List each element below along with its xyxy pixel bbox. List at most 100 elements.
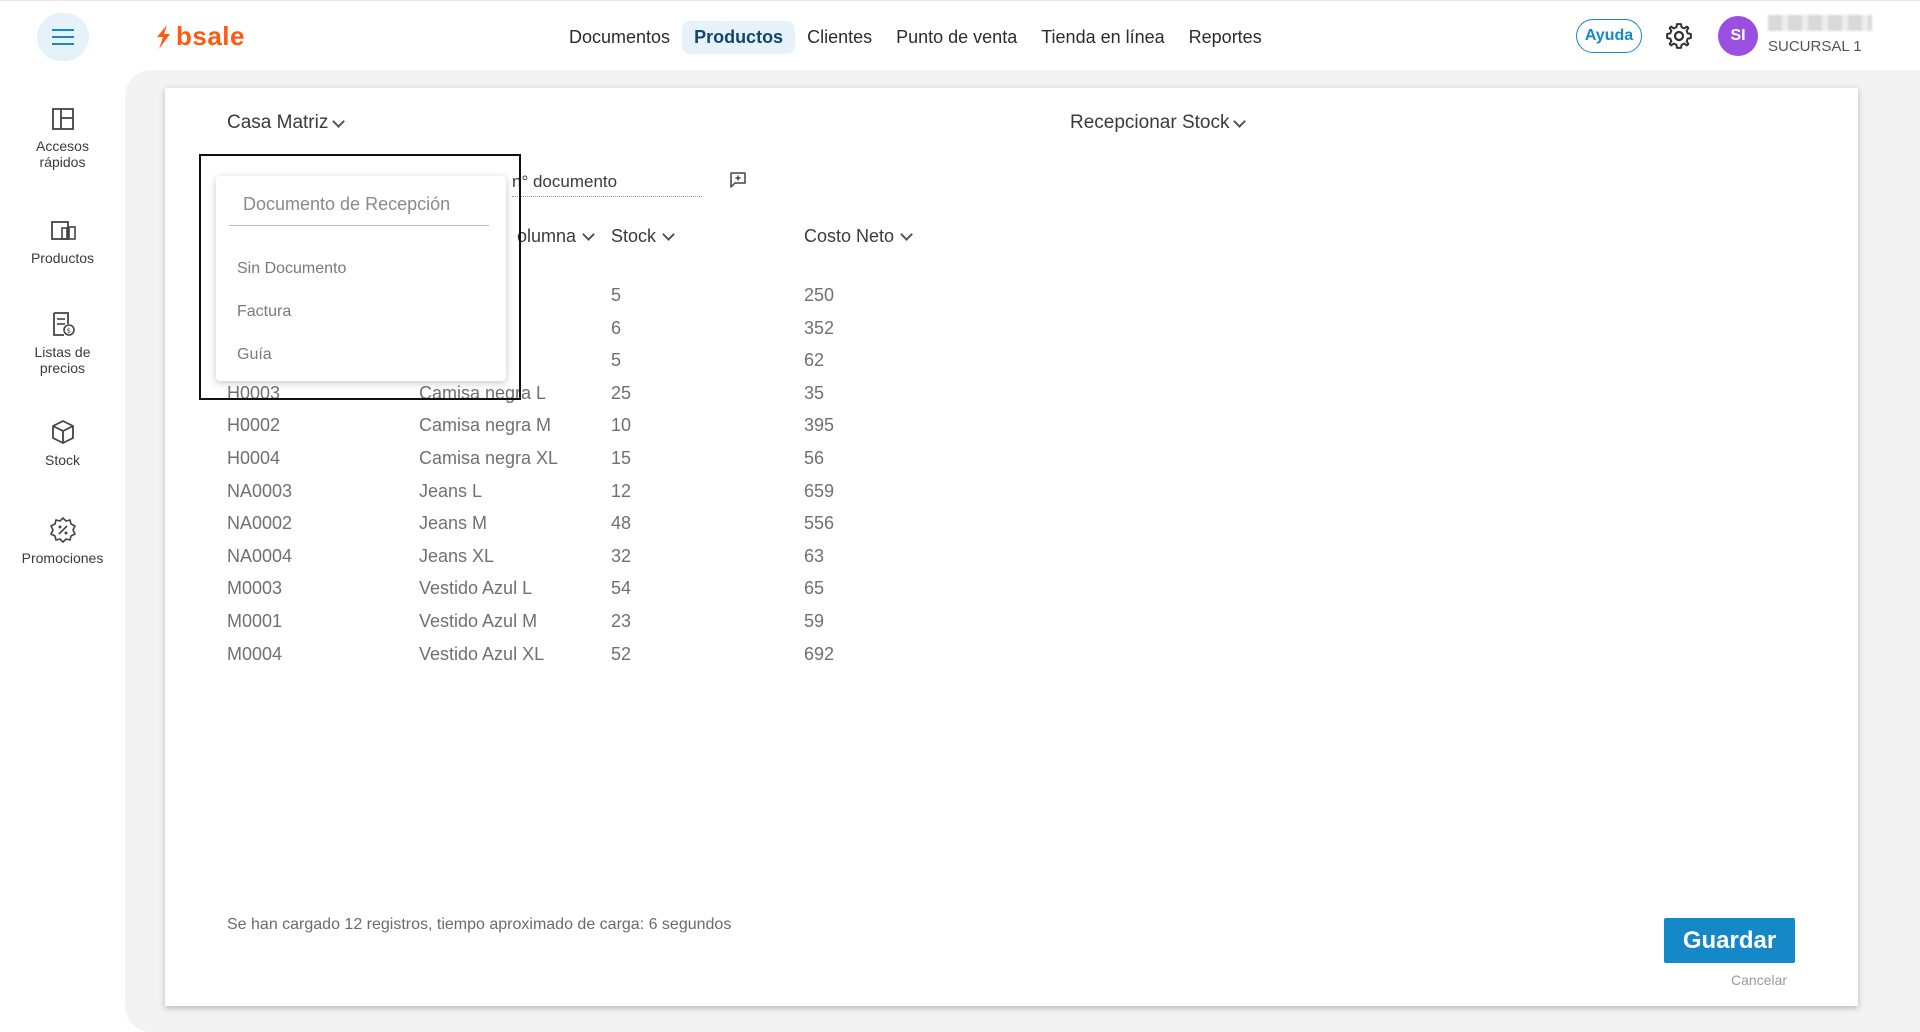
gear-icon[interactable] <box>1664 21 1694 51</box>
cell-code: M0004 <box>227 643 283 664</box>
chevron-down-icon <box>662 228 675 241</box>
cell-name: Vestido Azul XL <box>419 643 545 664</box>
dropdown-option-factura[interactable]: Factura <box>237 303 291 321</box>
cell-cost: 63 <box>804 545 825 566</box>
branch-selector[interactable]: Casa Matriz <box>227 112 346 134</box>
table-row[interactable]: NA0002 Jeans M 48 556 <box>165 513 1858 543</box>
table-row[interactable]: NA0004 Jeans XL 32 63 <box>165 546 1858 576</box>
table-row[interactable]: M0003 Vestido Azul L 54 65 <box>165 578 1858 608</box>
cell-code: H0004 <box>227 448 281 468</box>
price-list-icon: $ <box>52 312 75 336</box>
sidebar-item-label: Accesos rápidos <box>36 138 89 170</box>
user-avatar[interactable]: SI <box>1718 16 1758 56</box>
document-number-input[interactable]: n° documento <box>512 172 702 197</box>
nav-documentos[interactable]: Documentos <box>557 21 682 54</box>
hamburger-icon <box>52 29 74 45</box>
chevron-down-icon <box>582 228 595 241</box>
cell-name: Vestido Azul M <box>419 611 538 631</box>
sidebar-item-label: Stock <box>44 452 80 468</box>
cell-stock: 25 <box>611 382 632 403</box>
column-header-cost[interactable]: Costo Neto <box>804 226 913 247</box>
dropdown-option-guia[interactable]: Guía <box>237 346 272 364</box>
cell-code: M0003 <box>227 578 283 599</box>
cell-code: NA0002 <box>227 513 293 534</box>
svg-text:$: $ <box>66 327 70 335</box>
top-nav: Documentos Productos Clientes Punto de v… <box>557 21 1274 54</box>
cell-name: Camisa negra M <box>419 415 552 436</box>
cell-stock: 48 <box>611 513 632 534</box>
nav-tienda-en-linea[interactable]: Tienda en línea <box>1029 21 1176 54</box>
cell-stock: 12 <box>611 480 632 501</box>
top-bar: bsale Documentos Productos Clientes Punt… <box>0 0 1920 71</box>
table-row[interactable]: H0002 Camisa negra M 10 395 <box>165 415 1858 445</box>
document-number-placeholder: n° documento <box>512 172 618 191</box>
sidebar-item-label: Promociones <box>21 550 104 566</box>
cell-name: Vestido Azul L <box>419 578 533 599</box>
load-status-note: Se han cargado 12 registros, tiempo apro… <box>227 916 732 933</box>
dropdown-title: Documento de Recepción <box>243 194 451 214</box>
cell-cost: 59 <box>804 611 825 631</box>
table-row[interactable]: M0004 Vestido Azul XL 52 692 <box>165 644 1858 674</box>
action-selector[interactable]: Recepcionar Stock <box>1070 112 1247 134</box>
brand-name: bsale <box>176 21 245 51</box>
brand-logo[interactable]: bsale <box>154 21 245 52</box>
chevron-down-icon <box>1233 114 1247 128</box>
save-button[interactable]: Guardar <box>1664 918 1795 963</box>
help-button[interactable]: Ayuda <box>1576 19 1642 53</box>
nav-clientes[interactable]: Clientes <box>795 21 884 54</box>
cell-stock: 54 <box>611 578 632 599</box>
sidebar-item-listas-de-precios[interactable]: $ Listas de precios <box>0 310 125 376</box>
sidebar-item-stock[interactable]: Stock <box>0 418 125 468</box>
branch-label[interactable]: SUCURSAL 1 <box>1768 38 1862 55</box>
cell-cost: 659 <box>804 480 835 501</box>
products-icon <box>50 221 76 240</box>
cell-name: Camisa negra XL <box>419 448 559 468</box>
sidebar-item-accesos-rapidos[interactable]: Accesos rápidos <box>0 106 125 170</box>
chevron-down-icon <box>332 114 346 128</box>
cell-name: Jeans XL <box>419 545 495 566</box>
action-selector-label: Recepcionar Stock <box>1070 112 1230 133</box>
cell-stock: 52 <box>611 643 632 664</box>
cell-name: Jeans L <box>419 480 483 501</box>
cell-stock: 10 <box>611 415 632 436</box>
dropdown-option-sin-documento[interactable]: Sin Documento <box>237 260 346 278</box>
cell-stock: 15 <box>611 448 632 468</box>
nav-productos[interactable]: Productos <box>682 21 796 54</box>
cell-stock: 23 <box>611 611 632 631</box>
bolt-icon <box>157 24 170 49</box>
column-header-label: olumna <box>517 226 577 246</box>
branch-selector-label: Casa Matriz <box>227 112 329 133</box>
blurred-user-name <box>1768 15 1872 31</box>
cell-cost: 556 <box>804 513 835 534</box>
sidebar: Accesos rápidos Productos $ Listas de pr… <box>0 70 125 1032</box>
cell-cost: 352 <box>804 317 835 338</box>
dropdown-divider <box>229 225 489 226</box>
cell-code: NA0003 <box>227 480 293 501</box>
cell-stock: 6 <box>611 317 622 338</box>
comment-add-icon[interactable] <box>729 171 747 189</box>
cell-code: NA0004 <box>227 545 293 566</box>
cell-cost: 56 <box>804 448 825 468</box>
table-row[interactable]: M0001 Vestido Azul M 23 59 <box>165 611 1858 641</box>
cell-code: H0002 <box>227 415 281 436</box>
sidebar-item-promociones[interactable]: Promociones <box>0 516 125 566</box>
reception-document-dropdown: Documento de Recepción Sin Documento Fac… <box>216 176 506 381</box>
cell-code: M0001 <box>227 611 283 631</box>
cell-stock: 32 <box>611 545 632 566</box>
nav-reportes[interactable]: Reportes <box>1177 21 1274 54</box>
table-row[interactable]: NA0003 Jeans L 12 659 <box>165 481 1858 511</box>
table-row[interactable]: H0004 Camisa negra XL 15 56 <box>165 448 1858 478</box>
cancel-link[interactable]: Cancelar <box>1731 972 1787 988</box>
cell-cost: 692 <box>804 643 835 664</box>
box-icon <box>51 420 74 444</box>
sidebar-item-productos[interactable]: Productos <box>0 218 125 266</box>
sidebar-item-label: Listas de precios <box>34 344 91 376</box>
nav-punto-de-venta[interactable]: Punto de venta <box>884 21 1029 54</box>
column-header-label: Stock <box>611 226 657 246</box>
menu-button[interactable] <box>37 13 89 61</box>
column-header-stock[interactable]: Stock <box>611 226 675 247</box>
layout-icon <box>51 108 74 130</box>
promo-icon <box>49 517 76 543</box>
column-header-name[interactable]: olumna <box>517 226 595 247</box>
cell-cost: 250 <box>804 285 835 305</box>
